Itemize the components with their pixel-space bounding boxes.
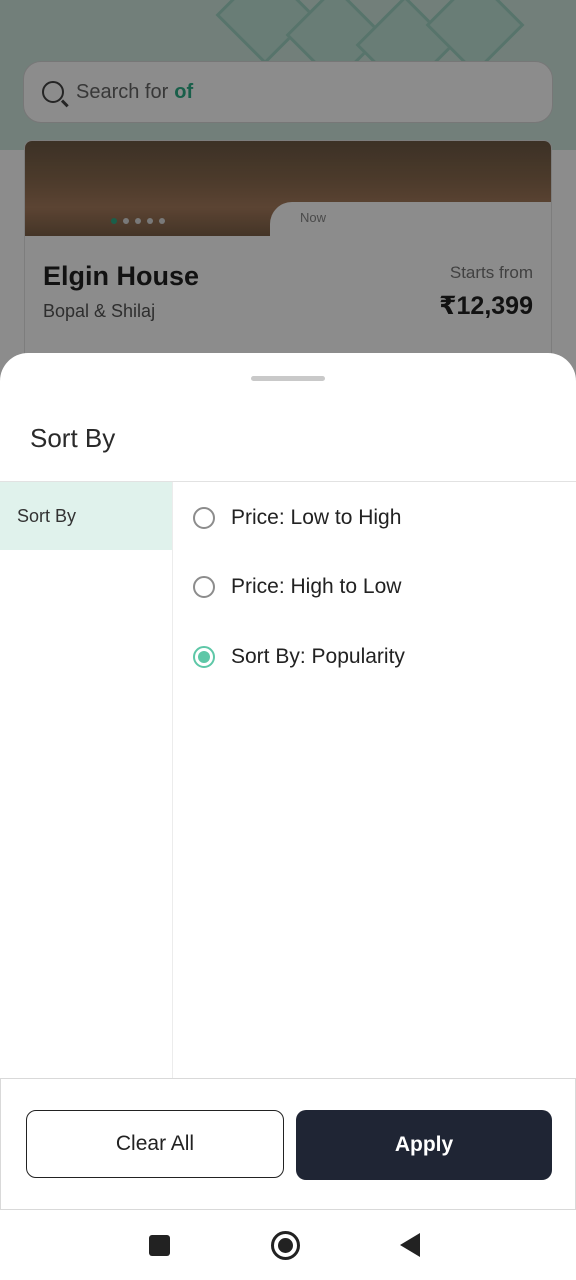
clear-all-button[interactable]: Clear All xyxy=(26,1110,284,1178)
sort-bottom-sheet: Sort By Sort By Price: Low to High Price… xyxy=(0,353,576,1210)
category-tab-sort-by[interactable]: Sort By xyxy=(0,482,172,550)
filter-category-list: Sort By xyxy=(0,482,173,1078)
radio-button[interactable] xyxy=(193,507,215,529)
system-nav-bar xyxy=(0,1210,576,1280)
option-label: Price: High to Low xyxy=(231,575,402,598)
option-popularity[interactable]: Sort By: Popularity xyxy=(193,645,405,669)
radio-button[interactable] xyxy=(193,576,215,598)
option-label: Sort By: Popularity xyxy=(231,645,405,668)
back-triangle-icon[interactable] xyxy=(400,1233,420,1257)
sheet-title: Sort By xyxy=(30,423,116,453)
option-label: Price: Low to High xyxy=(231,506,402,529)
home-circle-icon[interactable] xyxy=(271,1231,300,1260)
recents-square-icon[interactable] xyxy=(149,1235,170,1256)
option-price-low-to-high[interactable]: Price: Low to High xyxy=(193,506,401,530)
radio-button-selected[interactable] xyxy=(193,646,215,668)
sheet-footer: Clear All Apply xyxy=(0,1078,576,1210)
option-price-high-to-low[interactable]: Price: High to Low xyxy=(193,575,401,599)
drag-handle[interactable] xyxy=(251,376,325,381)
apply-button[interactable]: Apply xyxy=(296,1110,552,1180)
